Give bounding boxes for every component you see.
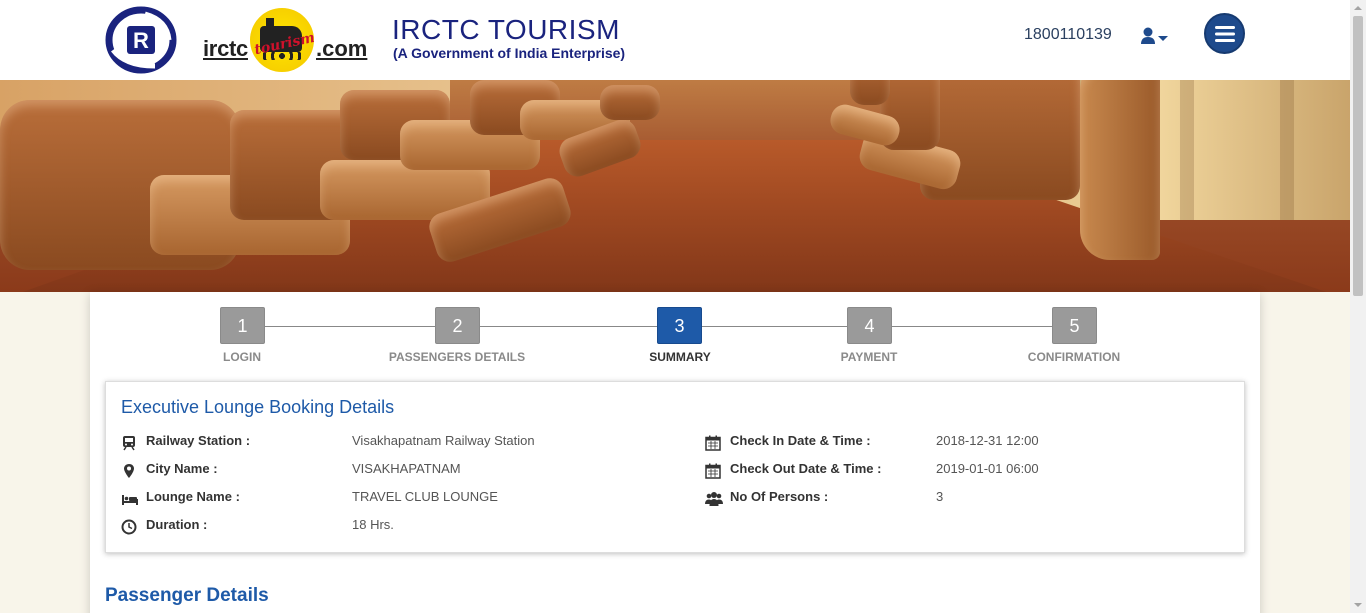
passenger-details-heading: Passenger Details (105, 585, 269, 606)
map-marker-icon (124, 464, 134, 478)
caret-down-icon (1158, 36, 1168, 41)
lounge-name-row: Lounge Name : TRAVEL CLUB LOUNGE (121, 489, 681, 509)
duration-row: Duration : 18 Hrs. (121, 517, 681, 537)
users-icon (705, 492, 723, 506)
calendar-icon (705, 463, 721, 479)
check-out-value: 2019-01-01 06:00 (936, 461, 1039, 476)
brand-panel: R irctc tourism .com IRCTC TOURISM (A Go… (0, 0, 660, 80)
step-1-login[interactable]: 1 (220, 307, 265, 344)
bed-icon (122, 495, 138, 505)
persons-value: 3 (936, 489, 944, 504)
railway-station-label: Railway Station : (146, 433, 251, 448)
clock-icon (121, 519, 137, 535)
step-4-payment[interactable]: 4 (847, 307, 892, 344)
step-3-label: SUMMARY (649, 350, 711, 364)
lounge-booking-details: Executive Lounge Booking Details Railway… (105, 381, 1245, 553)
user-menu-dropdown[interactable] (1140, 25, 1170, 47)
svg-text:R: R (133, 28, 149, 53)
check-out-label: Check Out Date & Time : (730, 461, 882, 476)
check-in-value: 2018-12-31 12:00 (936, 433, 1039, 448)
railway-station-value: Visakhapatnam Railway Station (352, 433, 535, 448)
com-wordmark[interactable]: .com (316, 36, 367, 62)
persons-row: No Of Persons : 3 (705, 489, 1225, 509)
duration-label: Duration : (146, 517, 208, 532)
booking-summary-card: 1 LOGIN 2 PASSENGERS DETAILS 3 SUMMARY 4… (90, 292, 1260, 613)
step-5-label: CONFIRMATION (1027, 350, 1121, 364)
calendar-icon (705, 435, 721, 451)
site-title: IRCTC TOURISM (392, 14, 620, 45)
irctc-wordmark[interactable]: irctc (203, 36, 248, 62)
train-icon (123, 436, 135, 451)
check-out-row: Check Out Date & Time : 2019-01-01 06:00 (705, 461, 1225, 481)
lounge-name-value: TRAVEL CLUB LOUNGE (352, 489, 498, 504)
city-name-value: VISAKHAPATNAM (352, 461, 461, 476)
main-menu-button[interactable] (1204, 13, 1245, 54)
step-1-label: LOGIN (223, 350, 261, 364)
booking-details-title: Executive Lounge Booking Details (121, 397, 395, 417)
check-in-row: Check In Date & Time : 2018-12-31 12:00 (705, 433, 1225, 453)
scroll-down-arrow-icon[interactable] (1350, 597, 1366, 613)
scroll-up-arrow-icon[interactable] (1350, 0, 1366, 16)
scrollbar-thumb[interactable] (1353, 16, 1363, 296)
step-5-confirmation[interactable]: 5 (1052, 307, 1097, 344)
persons-label: No Of Persons : (730, 489, 829, 504)
user-icon (1141, 27, 1168, 44)
step-4-label: PAYMENT (840, 350, 898, 364)
step-2-passengers[interactable]: 2 (435, 307, 480, 344)
city-name-row: City Name : VISAKHAPATNAM (121, 461, 681, 481)
booking-progress-steps: 1 LOGIN 2 PASSENGERS DETAILS 3 SUMMARY 4… (90, 292, 1260, 377)
site-subtitle: (A Government of India Enterprise) (393, 45, 626, 61)
city-name-label: City Name : (146, 461, 218, 476)
duration-value: 18 Hrs. (352, 517, 394, 532)
hamburger-icon (1215, 26, 1235, 42)
step-3-summary[interactable]: 3 (657, 307, 702, 344)
check-in-label: Check In Date & Time : (730, 433, 871, 448)
step-2-label: PASSENGERS DETAILS (388, 350, 526, 364)
railway-station-row: Railway Station : Visakhapatnam Railway … (121, 433, 681, 453)
helpline-number: 1800110139 (1024, 26, 1112, 43)
page-scrollbar[interactable] (1350, 0, 1366, 613)
ir-logo[interactable]: R (105, 6, 177, 74)
lounge-name-label: Lounge Name : (146, 489, 240, 504)
tourism-badge-logo[interactable]: tourism (250, 8, 314, 72)
